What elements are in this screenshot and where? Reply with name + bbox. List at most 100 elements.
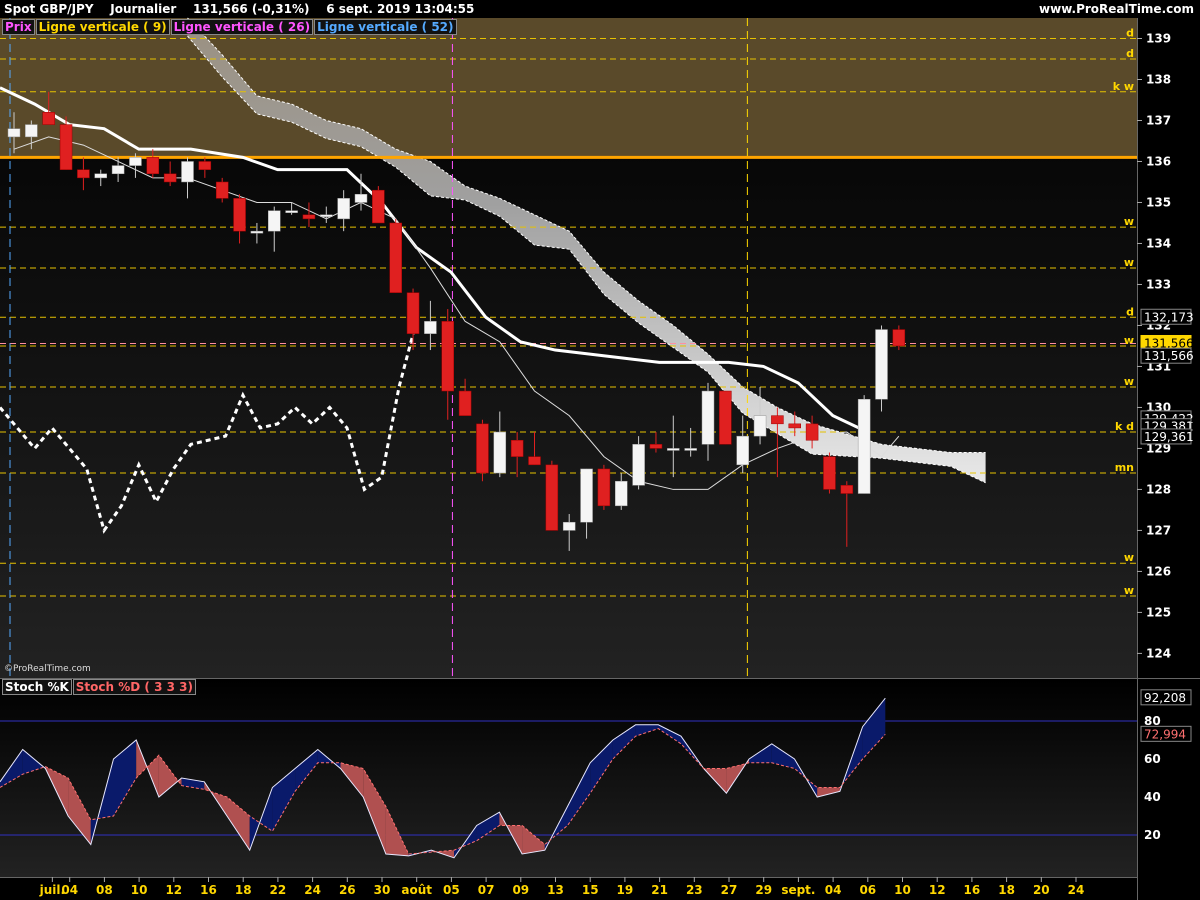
chart-canvas[interactable]: ddk wwwdwwk dmnww 1241251261271281291301… <box>0 0 1200 900</box>
candle-body[interactable] <box>302 214 316 220</box>
x-tick-label: 08 <box>96 883 113 897</box>
x-tick-label: 09 <box>512 883 529 897</box>
candle-body[interactable] <box>215 181 229 199</box>
level-tag: w <box>1124 584 1134 597</box>
x-tick-label: 18 <box>235 883 252 897</box>
candle-body[interactable] <box>719 390 732 445</box>
x-tick-label: 24 <box>1068 883 1085 897</box>
legend-vline-52[interactable]: Ligne verticale ( 52) <box>314 19 457 35</box>
level-tag: d <box>1126 305 1134 318</box>
candle-body[interactable] <box>389 222 402 293</box>
candle-body[interactable] <box>753 415 767 437</box>
candle-body[interactable] <box>111 165 125 175</box>
stoch-k-value: 92,208 <box>1144 691 1186 705</box>
x-tick-label: 10 <box>894 883 911 897</box>
candle-body[interactable] <box>597 468 611 507</box>
candle-body[interactable] <box>736 435 749 466</box>
legend-price[interactable]: Prix <box>2 19 35 35</box>
stoch-legend: Stoch %K Stoch %D ( 3 3 3) <box>2 679 197 695</box>
credit-label: ©ProRealTime.com <box>4 664 91 674</box>
x-tick-label: août <box>401 883 432 897</box>
x-tick-label: 22 <box>270 883 287 897</box>
candle-body[interactable] <box>146 157 160 175</box>
candle-body[interactable] <box>476 423 489 474</box>
candle-body[interactable] <box>406 292 420 334</box>
x-tick-label: 12 <box>929 883 946 897</box>
candle-body[interactable] <box>580 468 593 523</box>
candle-body[interactable] <box>424 321 437 334</box>
y-tick-label: 133 <box>1146 277 1171 291</box>
candle-body[interactable] <box>163 173 177 183</box>
candle-body[interactable] <box>233 198 246 232</box>
x-tick-label: 05 <box>443 883 460 897</box>
candle-body[interactable] <box>823 456 836 490</box>
candle-body[interactable] <box>875 329 888 400</box>
stoch-tick-label: 20 <box>1144 828 1161 842</box>
candle-body[interactable] <box>7 128 21 138</box>
x-tick-label: 23 <box>686 883 703 897</box>
candle-body[interactable] <box>493 431 507 474</box>
candle-body[interactable] <box>701 390 715 445</box>
x-tick-label: 18 <box>998 883 1015 897</box>
candle-body[interactable] <box>94 173 107 179</box>
candle-body[interactable] <box>684 448 697 451</box>
price-legend: Prix Ligne verticale ( 9) Ligne verticale … <box>2 19 458 35</box>
x-tick-label: 04 <box>825 883 842 897</box>
candle-body[interactable] <box>181 161 194 183</box>
candle-body[interactable] <box>528 456 541 466</box>
legend-vline-9[interactable]: Ligne verticale ( 9) <box>35 19 170 35</box>
x-tick-label: 10 <box>131 883 148 897</box>
legend-stoch-d[interactable]: Stoch %D ( 3 3 3) <box>72 679 196 695</box>
candle-body[interactable] <box>59 124 73 170</box>
level-tag: w <box>1124 551 1134 564</box>
candle-body[interactable] <box>562 521 576 531</box>
candle-body[interactable] <box>788 423 801 429</box>
x-tick-label: 29 <box>755 883 772 897</box>
stoch-tick-label: 40 <box>1144 790 1161 804</box>
candle-body[interactable] <box>615 480 628 507</box>
x-tick-label: 30 <box>374 883 391 897</box>
x-tick-label: 20 <box>1033 883 1050 897</box>
candle-body[interactable] <box>892 329 906 347</box>
candle-body[interactable] <box>510 439 524 457</box>
candle-body[interactable] <box>354 194 368 203</box>
candle-body[interactable] <box>840 485 854 494</box>
y-tick-label: 134 <box>1146 236 1171 250</box>
candle-body[interactable] <box>649 444 663 449</box>
candle-body[interactable] <box>337 198 350 220</box>
y-tick-label: 137 <box>1146 113 1171 127</box>
candle-body[interactable] <box>771 415 784 425</box>
candle-body[interactable] <box>42 112 55 125</box>
y-tick-label: 128 <box>1146 482 1171 496</box>
x-tick-label: 04 <box>61 883 78 897</box>
candle-body[interactable] <box>268 210 281 232</box>
candle-body[interactable] <box>250 230 264 234</box>
candle-body[interactable] <box>129 157 142 166</box>
x-tick-label: 06 <box>859 883 876 897</box>
x-tick-label: 07 <box>478 883 495 897</box>
candle-body[interactable] <box>458 390 472 416</box>
candle-body[interactable] <box>805 423 819 441</box>
x-tick-label: 19 <box>617 883 634 897</box>
x-tick-label: 27 <box>721 883 738 897</box>
y-tick-label: 124 <box>1146 646 1171 660</box>
level-tag: w <box>1124 256 1134 269</box>
candle-body[interactable] <box>77 169 90 179</box>
candle-body[interactable] <box>320 214 333 218</box>
legend-stoch-k[interactable]: Stoch %K <box>2 679 72 695</box>
candle-body[interactable] <box>632 444 645 486</box>
level-tag: w <box>1124 215 1134 228</box>
candle-body[interactable] <box>25 124 38 138</box>
candle-body[interactable] <box>198 161 212 170</box>
candle-body[interactable] <box>372 189 385 224</box>
legend-vline-26[interactable]: Ligne verticale ( 26) <box>170 19 314 35</box>
candle-body[interactable] <box>857 398 871 494</box>
candle-body[interactable] <box>441 321 454 392</box>
level-tag: k w <box>1113 80 1134 93</box>
candle-body[interactable] <box>545 464 559 531</box>
level-tag: k d <box>1115 420 1134 433</box>
stoch-d-value: 72,994 <box>1144 727 1186 741</box>
level-tag: w <box>1124 375 1134 388</box>
candle-body[interactable] <box>667 448 680 451</box>
candle-body[interactable] <box>285 210 298 213</box>
